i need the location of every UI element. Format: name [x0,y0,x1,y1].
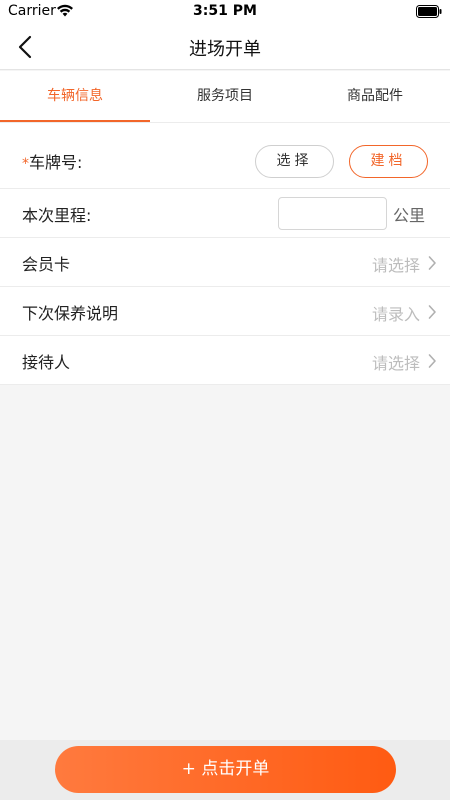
tab-vehicle-info[interactable]: 车辆信息 [0,71,150,123]
required-mark: * [22,156,29,172]
select-plate-button[interactable]: 选择 [255,145,334,178]
tab-bar: 车辆信息 服务项目 商品配件 [0,71,450,123]
plate-number-label: *车牌号: [22,149,82,173]
next-maintenance-label: 下次保养说明 [22,304,119,323]
receptionist-placeholder: 请选择 [371,354,420,373]
status-bar: Carrier 3:51 PM [0,0,450,24]
mileage-label: 本次里程: [22,206,92,225]
member-card-row[interactable]: 会员卡 请选择 [0,238,450,287]
tab-label: 商品配件 [347,88,403,104]
mileage-unit: 公里 [393,206,426,225]
next-maintenance-row[interactable]: 下次保养说明 请录入 [0,287,450,336]
battery-icon [416,5,442,18]
bottom-action-bar: + 点击开单 [0,740,450,800]
member-card-placeholder: 请选择 [371,256,420,275]
member-card-label: 会员卡 [22,255,71,274]
create-record-button[interactable]: 建档 [349,145,428,178]
mileage-input[interactable] [278,197,387,230]
create-order-button[interactable]: + 点击开单 [55,746,396,793]
tab-service-items[interactable]: 服务项目 [150,71,300,123]
receptionist-row[interactable]: 接待人 请选择 [0,336,450,385]
receptionist-label: 接待人 [22,353,71,372]
tab-product-parts[interactable]: 商品配件 [300,71,450,123]
plate-number-row: *车牌号: 选择 建档 [0,123,450,189]
tab-label: 车辆信息 [47,88,103,104]
chevron-right-icon [428,354,436,368]
next-maintenance-placeholder: 请录入 [371,305,420,324]
chevron-right-icon [428,305,436,319]
tab-label: 服务项目 [197,88,253,104]
active-tab-indicator [0,120,150,122]
mileage-row: 本次里程: 公里 [0,189,450,238]
page-title: 进场开单 [189,39,261,60]
chevron-right-icon [428,256,436,270]
vehicle-info-form: *车牌号: 选择 建档 本次里程: 公里 会员卡 请选择 下次保养说明 请录入 … [0,123,450,385]
plate-number-label-text: 车牌号: [29,153,83,172]
status-time: 3:51 PM [193,3,257,19]
nav-bar: 进场开单 [0,24,450,70]
